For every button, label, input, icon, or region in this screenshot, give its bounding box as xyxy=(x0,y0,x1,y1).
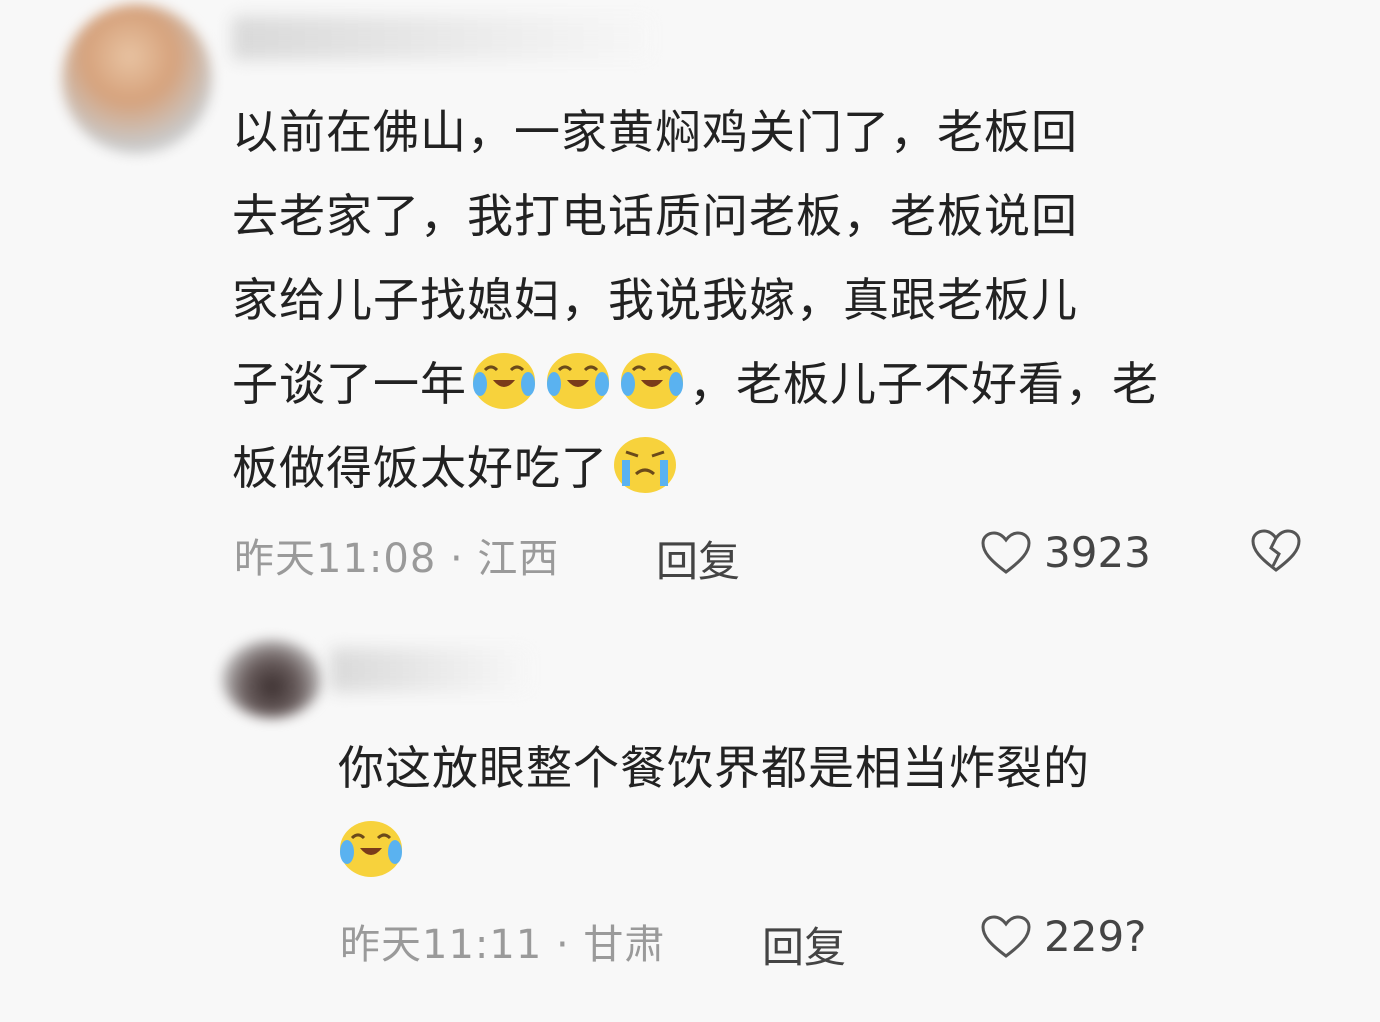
like-button[interactable]: 229? xyxy=(980,912,1146,961)
heart-icon xyxy=(981,914,1031,958)
comment-line: 去老家了，我打电话质问老板，老板说回 xyxy=(232,189,1078,243)
comment-thread: 以前在佛山，一家黄焖鸡关门了，老板回 去老家了，我打电话质问老板，老板说回 家给… xyxy=(0,0,1380,1022)
laugh-cry-icon xyxy=(340,821,402,877)
username-blurred[interactable] xyxy=(232,16,652,60)
crying-icon xyxy=(614,437,676,493)
broken-heart-icon xyxy=(1251,529,1301,572)
reply-button[interactable]: 回复 xyxy=(656,528,740,589)
comment-line: 以前在佛山，一家黄焖鸡关门了，老板回 xyxy=(232,105,1078,159)
comment-body: 以前在佛山，一家黄焖鸡关门了，老板回 去老家了，我打电话质问老板，老板说回 家给… xyxy=(232,90,1332,510)
like-count: 229? xyxy=(1044,912,1147,961)
reply-button[interactable]: 回复 xyxy=(762,914,846,975)
comment-body: 你这放眼整个餐饮界都是相当炸裂的 xyxy=(338,726,1338,894)
timestamp-location: 昨天11:11 · 甘肃 xyxy=(340,922,666,968)
comment-line: 板做得饭太好吃了 xyxy=(232,426,1332,510)
laugh-cry-icon xyxy=(473,353,535,409)
comment-line: 你这放眼整个餐饮界都是相当炸裂的 xyxy=(338,741,1090,795)
like-count: 3923 xyxy=(1044,528,1151,577)
timestamp-location: 昨天11:08 · 江西 xyxy=(234,536,560,582)
comment-line-text: ，老板儿子不好看，老 xyxy=(689,357,1159,411)
username-blurred[interactable] xyxy=(330,648,530,692)
comment-line xyxy=(338,810,1338,894)
comment-line: 家给儿子找媳妇，我说我嫁，真跟老板儿 xyxy=(232,273,1078,327)
avatar[interactable] xyxy=(222,640,322,718)
comment-line-text: 子谈了一年 xyxy=(232,357,467,411)
comment-line-text: 板做得饭太好吃了 xyxy=(232,441,608,495)
laugh-cry-icon xyxy=(621,353,683,409)
avatar[interactable] xyxy=(62,4,212,154)
dislike-button[interactable] xyxy=(1250,528,1302,578)
laugh-cry-icon xyxy=(547,353,609,409)
comment-meta: 昨天11:11 · 甘肃 xyxy=(340,912,665,970)
like-button[interactable]: 3923 xyxy=(980,528,1151,577)
comment-line: 子谈了一年 ，老板儿子不好看，老 xyxy=(232,342,1332,426)
heart-icon xyxy=(981,530,1031,574)
comment-meta: 昨天11:08 · 江西 xyxy=(234,526,559,584)
